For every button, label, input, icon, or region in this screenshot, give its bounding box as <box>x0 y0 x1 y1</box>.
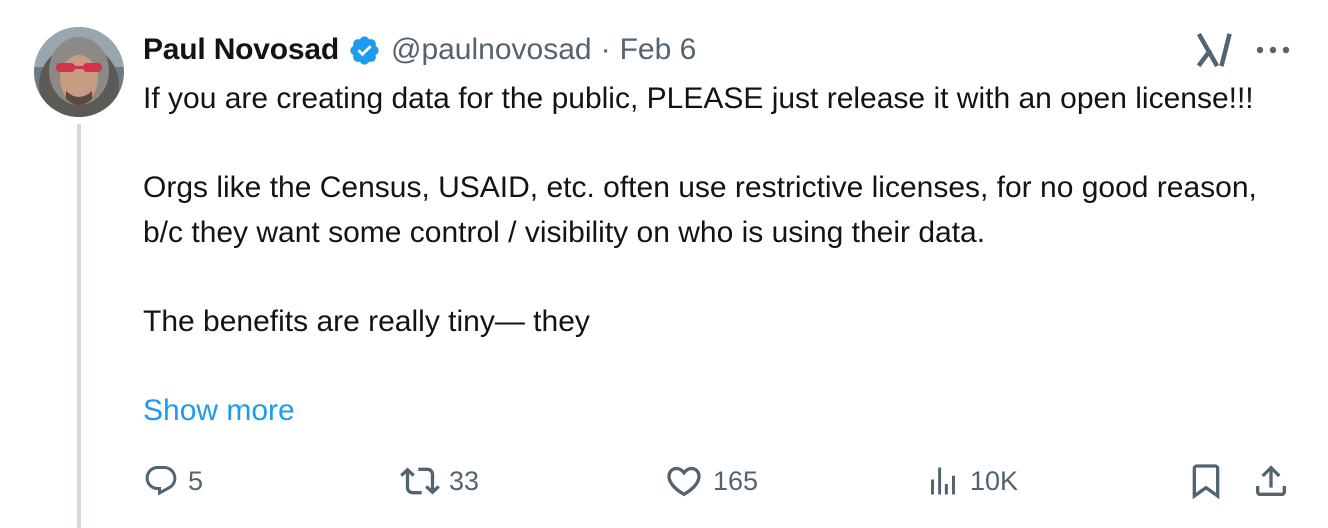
tweet-date[interactable]: Feb 6 <box>620 33 697 67</box>
verified-badge-icon[interactable] <box>348 34 381 67</box>
like-count: 165 <box>713 465 759 496</box>
retweet-button[interactable]: 33 <box>400 458 479 504</box>
avatar[interactable] <box>34 27 124 117</box>
grok-icon[interactable] <box>1195 30 1235 70</box>
avatar-image <box>34 27 124 117</box>
tweet-paragraph-1: If you are creating data for the public,… <box>143 82 1254 115</box>
analytics-icon <box>931 467 955 495</box>
tweet-header: Paul Novosad @paulnovosad · Feb 6 <box>143 28 696 72</box>
heart-icon <box>667 466 701 497</box>
author-handle[interactable]: @paulnovosad <box>391 33 592 67</box>
share-button[interactable] <box>1251 461 1291 501</box>
thread-line <box>77 124 81 528</box>
like-button[interactable]: 165 <box>664 458 758 504</box>
reply-button[interactable]: 5 <box>143 458 203 504</box>
separator-dot: · <box>600 33 611 66</box>
show-more-link[interactable]: Show more <box>143 388 295 433</box>
reply-icon <box>145 466 177 496</box>
views-button[interactable]: 10K <box>925 458 1018 504</box>
tweet-text: If you are creating data for the public,… <box>143 76 1303 344</box>
tweet-paragraph-2: Orgs like the Census, USAID, etc. often … <box>143 171 1257 249</box>
author-name[interactable]: Paul Novosad <box>143 33 339 67</box>
bookmark-icon <box>1192 464 1220 500</box>
retweet-icon <box>400 467 440 495</box>
more-icon[interactable] <box>1253 40 1293 60</box>
retweet-count: 33 <box>449 465 480 496</box>
reply-count: 5 <box>188 465 204 496</box>
bookmark-button[interactable] <box>1186 461 1226 501</box>
tweet-paragraph-3: The benefits are really tiny— they <box>143 305 590 338</box>
share-icon <box>1256 465 1286 496</box>
views-count: 10K <box>970 465 1019 496</box>
